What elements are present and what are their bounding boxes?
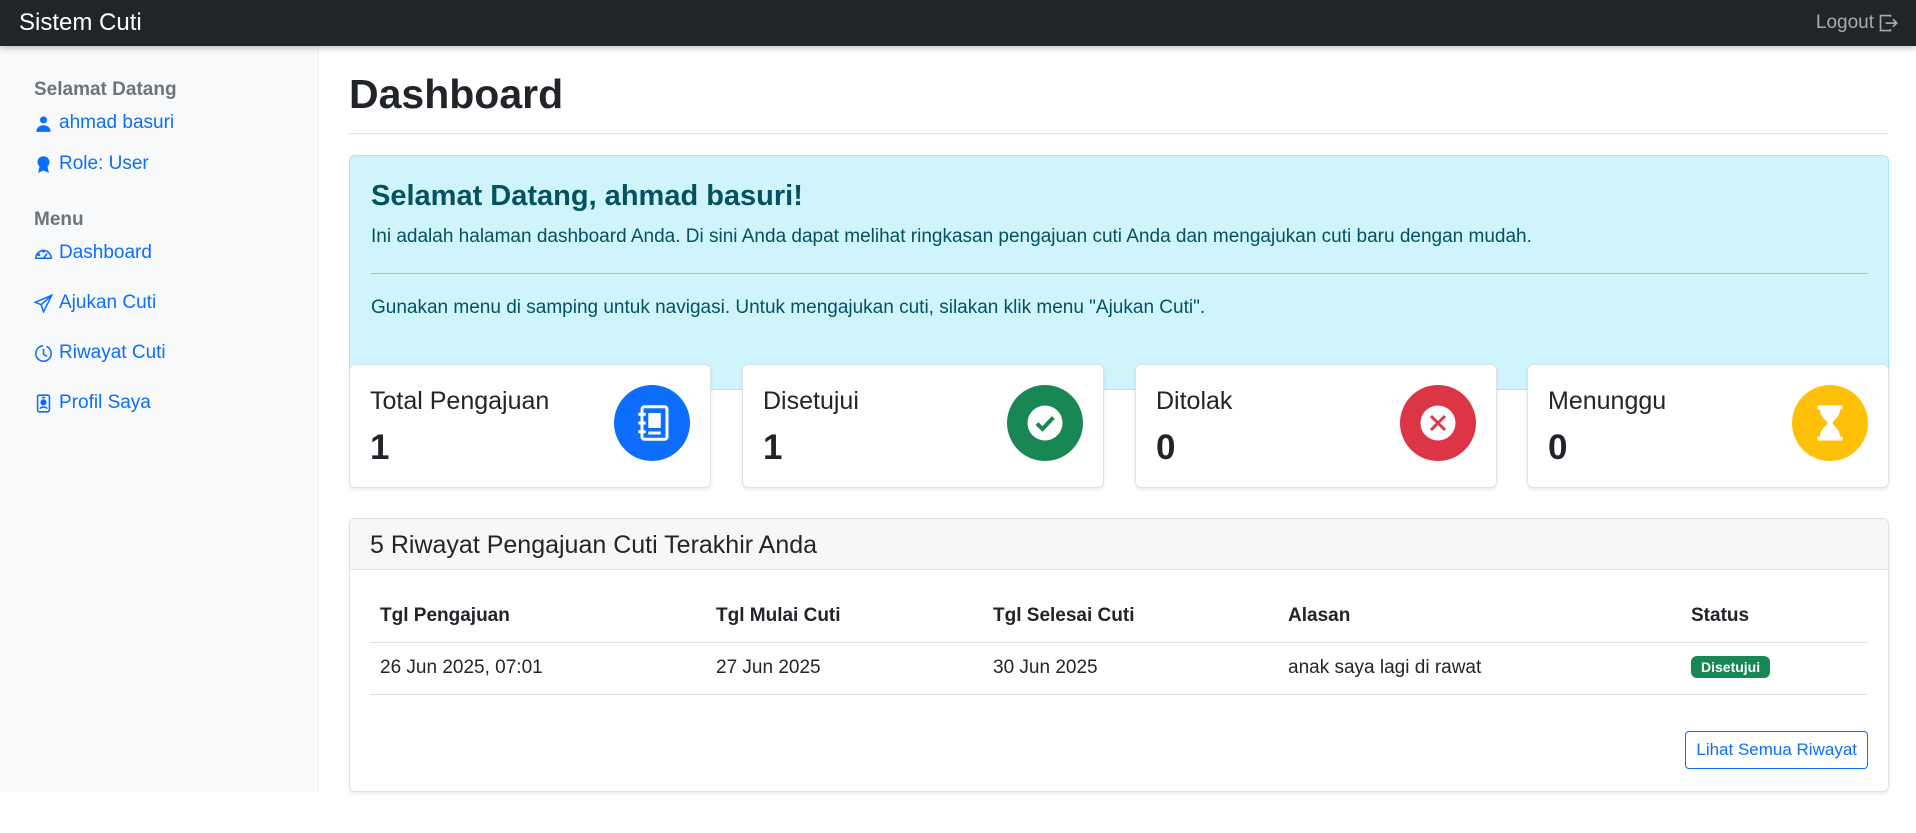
sidebar-user-name: ahmad basuri	[59, 112, 175, 133]
stat-card-rejected: Ditolak 0	[1135, 364, 1497, 488]
stat-label: Ditolak	[1156, 387, 1233, 415]
speedometer-icon	[35, 249, 52, 259]
history-card: 5 Riwayat Pengajuan Cuti Terakhir Anda T…	[349, 518, 1889, 792]
stat-label: Disetujui	[763, 387, 859, 415]
alert-title: Selamat Datang, ahmad basuri!	[371, 180, 803, 212]
person-badge-icon	[36, 393, 51, 413]
welcome-alert: Selamat Datang, ahmad basuri! Ini adalah…	[349, 155, 1889, 390]
sidebar: Selamat Datang ahmad basuri Role: User M…	[0, 46, 319, 792]
stat-value: 1	[370, 428, 390, 467]
cell-tgl-selesai: 30 Jun 2025	[993, 657, 1098, 678]
column-header: Tgl Selesai Cuti	[993, 605, 1135, 626]
clock-history-icon	[35, 344, 52, 362]
sidebar-item-label: Ajukan Cuti	[59, 292, 157, 313]
sidebar-item-profil-saya[interactable]: Profil Saya	[34, 392, 151, 414]
stat-value: 0	[1156, 428, 1176, 467]
alert-divider	[371, 273, 1868, 274]
stat-card-approved: Disetujui 1	[742, 364, 1104, 488]
box-arrow-right-icon	[1879, 14, 1898, 32]
journal-text-icon	[638, 405, 669, 441]
sidebar-item-dashboard[interactable]: Dashboard	[34, 242, 152, 264]
table-row: 26 Jun 2025, 07:01 27 Jun 2025 30 Jun 20…	[370, 643, 1868, 695]
stat-value: 1	[763, 428, 783, 467]
x-circle-icon	[1420, 405, 1456, 441]
app-brand[interactable]: Sistem Cuti	[19, 9, 142, 37]
page-title: Dashboard	[349, 71, 564, 117]
stat-label: Menunggu	[1548, 387, 1667, 415]
person-icon	[36, 115, 51, 132]
stat-icon-circle	[614, 385, 690, 461]
history-card-header: 5 Riwayat Pengajuan Cuti Terakhir Anda	[350, 519, 1888, 570]
sidebar-item-label: Profil Saya	[59, 392, 151, 413]
column-header: Status	[1691, 605, 1750, 626]
sidebar-welcome-heading: Selamat Datang	[34, 79, 177, 100]
hourglass-icon	[1817, 405, 1843, 441]
sidebar-item-label: Dashboard	[59, 242, 152, 263]
sidebar-item-label: Riwayat Cuti	[59, 342, 166, 363]
status-badge: Disetujui	[1691, 656, 1771, 678]
alert-text: Ini adalah halaman dashboard Anda. Di si…	[371, 226, 1532, 247]
sidebar-user-link[interactable]: ahmad basuri	[34, 112, 174, 134]
stat-card-total: Total Pengajuan 1	[349, 364, 711, 488]
sidebar-item-ajukan-cuti[interactable]: Ajukan Cuti	[34, 292, 156, 314]
alert-text-navigation: Gunakan menu di samping untuk navigasi. …	[371, 297, 1206, 318]
send-icon	[34, 293, 53, 313]
cell-tgl-pengajuan: 26 Jun 2025, 07:01	[380, 657, 543, 678]
logout-link[interactable]: Logout	[1816, 12, 1898, 34]
stat-value: 0	[1548, 428, 1568, 467]
column-header: Tgl Pengajuan	[380, 605, 510, 626]
column-header: Alasan	[1288, 605, 1351, 626]
cell-status: Disetujui	[1691, 656, 1771, 678]
title-divider	[349, 133, 1889, 134]
sidebar-item-riwayat-cuti[interactable]: Riwayat Cuti	[34, 342, 166, 364]
stat-icon-circle	[1400, 385, 1476, 461]
logout-label: Logout	[1815, 12, 1874, 33]
stat-label: Total Pengajuan	[370, 387, 550, 415]
sidebar-menu-heading: Menu	[34, 209, 84, 230]
stat-icon-circle	[1007, 385, 1083, 461]
column-header: Tgl Mulai Cuti	[716, 605, 841, 626]
sidebar-role-link[interactable]: Role: User	[34, 153, 149, 175]
view-all-history-button[interactable]: Lihat Semua Riwayat	[1685, 731, 1868, 769]
history-card-title: 5 Riwayat Pengajuan Cuti Terakhir Anda	[370, 531, 818, 559]
award-icon	[37, 155, 50, 173]
table-header-row: Tgl Pengajuan Tgl Mulai Cuti Tgl Selesai…	[370, 591, 1868, 643]
cell-alasan: anak saya lagi di rawat	[1288, 657, 1482, 678]
sidebar-role: Role: User	[59, 153, 149, 174]
stat-icon-circle	[1792, 385, 1868, 461]
history-table: Tgl Pengajuan Tgl Mulai Cuti Tgl Selesai…	[370, 591, 1868, 695]
check-circle-icon	[1027, 405, 1063, 441]
top-navbar: Sistem Cuti Logout	[0, 0, 1916, 46]
cell-tgl-mulai: 27 Jun 2025	[716, 657, 821, 678]
stat-card-pending: Menunggu 0	[1527, 364, 1889, 488]
